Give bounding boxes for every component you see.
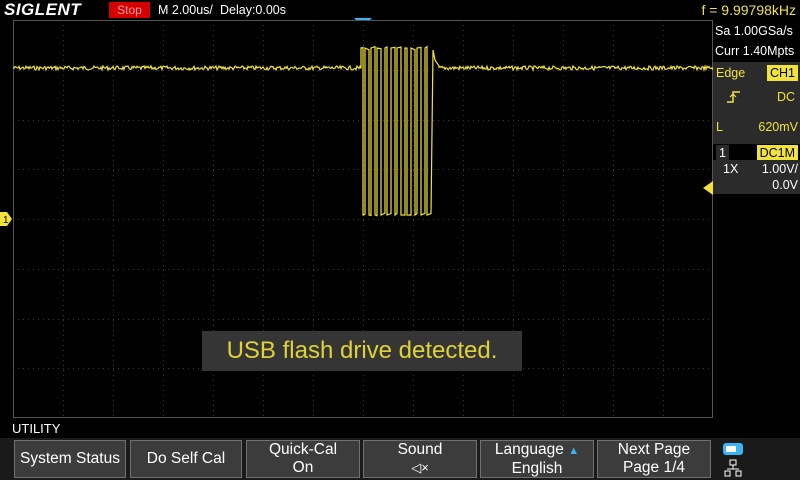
button-label: Next Page (617, 441, 691, 458)
usb-storage-icon (723, 443, 743, 455)
quick-cal-button[interactable]: Quick-Cal On (246, 440, 360, 478)
channel-offset: 0.0V (772, 178, 798, 192)
button-value: On (292, 459, 314, 476)
network-icon (724, 459, 742, 477)
sample-rate: Sa 1.00GSa/s (715, 24, 793, 38)
timebase-readout: M 2.00us/ (158, 3, 213, 17)
next-page-button[interactable]: Next Page Page 1/4 (597, 440, 711, 478)
channel-settings-row[interactable]: 1X 1.00V/ 0.0V (713, 160, 800, 194)
trigger-level-marker-icon[interactable] (703, 181, 713, 195)
frequency-readout: f = 9.99798kHz (701, 2, 796, 18)
trigger-source: CH1 (766, 65, 798, 81)
info-panel: Sa 1.00GSa/s Curr 1.40Mpts Edge CH1 DC L… (713, 20, 800, 195)
button-label: Language ▲ (494, 440, 580, 458)
trigger-level-label: L (716, 120, 723, 134)
trigger-type-row[interactable]: Edge CH1 (713, 62, 800, 84)
language-button[interactable]: Language ▲ English (480, 440, 594, 478)
sound-button[interactable]: Sound ◁× (363, 440, 477, 478)
trigger-slope-row[interactable]: DC (713, 84, 800, 110)
menu-title: UTILITY (12, 421, 61, 436)
do-self-cal-button[interactable]: Do Self Cal (130, 440, 242, 478)
delay-readout: Delay:0.00s (220, 3, 287, 17)
top-status-bar: SIGLENT Stop M 2.00us/ Delay:0.00s f = 9… (0, 0, 800, 20)
run-state-badge[interactable]: Stop (109, 2, 150, 18)
trigger-type: Edge (716, 66, 746, 80)
memory-depth: Curr 1.40Mpts (715, 44, 795, 58)
button-value: English (511, 459, 563, 477)
usb-detected-message: USB flash drive detected. (202, 331, 522, 371)
trigger-level: 620mV (758, 120, 798, 134)
button-label: System Status (20, 450, 120, 467)
channel1-ground-marker[interactable]: 1 (0, 212, 12, 226)
button-label: Do Self Cal (146, 450, 226, 467)
button-label: Quick-Cal (268, 441, 338, 458)
rising-edge-icon (727, 91, 740, 103)
trigger-coupling: DC (776, 90, 795, 104)
button-value: Page 1/4 (622, 459, 686, 476)
svg-text:1: 1 (3, 215, 9, 226)
trigger-level-row[interactable]: L 620mV (713, 110, 800, 144)
probe-ratio: 1X (723, 162, 739, 176)
brand-logo: SIGLENT (4, 0, 82, 19)
button-label: Sound (397, 441, 443, 458)
system-status-button[interactable]: System Status (14, 440, 126, 478)
sound-muted-icon: ◁× (411, 460, 429, 475)
up-arrow-icon: ▲ (568, 444, 580, 457)
